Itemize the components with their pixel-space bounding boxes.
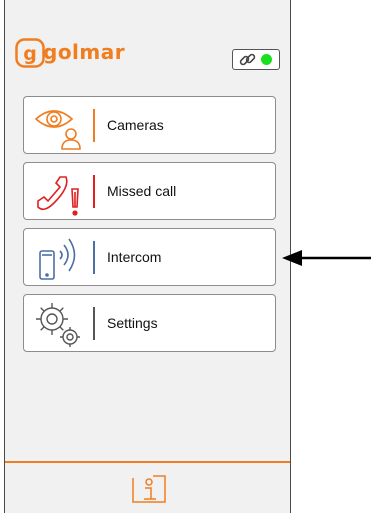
divider	[93, 307, 95, 340]
divider	[93, 175, 95, 208]
app-screen: g golmar Cameras Missed call Intercom Se…	[4, 0, 291, 513]
eye-user-icon	[34, 110, 81, 150]
info-icon[interactable]	[131, 474, 167, 504]
brand-name: golmar	[43, 40, 126, 64]
menu-item-missed-call[interactable]: Missed call	[23, 162, 276, 220]
footer-divider	[5, 461, 290, 463]
screen: g golmar Cameras Missed call Intercom Se…	[0, 0, 372, 513]
link-icon	[239, 53, 256, 66]
menu-item-settings[interactable]: Settings	[23, 294, 276, 352]
pointer-arrow-icon	[282, 250, 371, 266]
svg-text:g: g	[23, 43, 37, 65]
menu-item-label: Settings	[107, 315, 158, 331]
connection-indicator	[261, 54, 272, 65]
menu-item-intercom[interactable]: Intercom	[23, 228, 276, 286]
connection-status[interactable]	[232, 49, 280, 70]
phone-signal-icon	[39, 238, 76, 280]
menu-item-cameras[interactable]: Cameras	[23, 96, 276, 154]
menu-item-label: Cameras	[107, 117, 164, 133]
menu-item-label: Missed call	[107, 183, 177, 199]
menu-item-label: Intercom	[107, 249, 162, 265]
divider	[93, 241, 95, 274]
golmar-logo: g	[15, 38, 45, 68]
missed-call-icon	[37, 176, 79, 216]
divider	[93, 109, 95, 142]
gear-icon	[36, 303, 80, 347]
